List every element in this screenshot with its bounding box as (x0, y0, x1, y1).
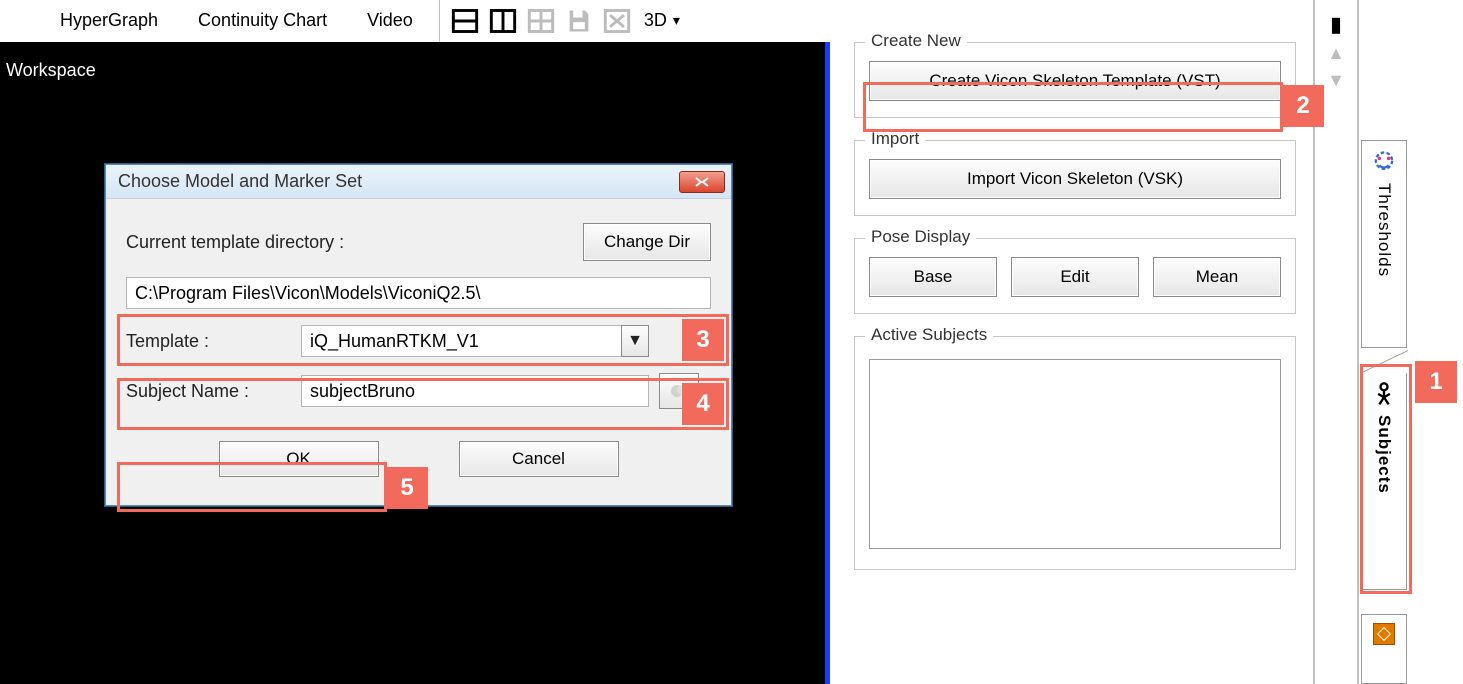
import-vsk-button[interactable]: Import Vicon Skeleton (VSK) (869, 159, 1281, 199)
scroll-column: ▮ ▲ ▼ (1313, 0, 1357, 684)
workspace-label: Workspace (6, 60, 96, 81)
scroll-down-icon[interactable]: ▼ (1327, 70, 1345, 91)
tab-subjects-label: Subjects (1374, 415, 1394, 494)
pose-display-legend: Pose Display (865, 227, 976, 247)
close-icon[interactable] (679, 171, 725, 193)
subject-name-label: Subject Name : (126, 381, 301, 402)
tab-record[interactable] (1361, 614, 1407, 684)
create-new-legend: Create New (865, 31, 967, 51)
choose-model-dialog: Choose Model and Marker Set Current temp… (105, 164, 732, 506)
chevron-down-icon: ▾ (673, 12, 680, 29)
split-horizontal-icon[interactable] (450, 6, 480, 36)
pose-display-group: Pose Display Base Edit Mean (854, 238, 1296, 314)
subjects-icon (1370, 381, 1398, 409)
tab-subjects[interactable]: Subjects (1361, 372, 1407, 590)
change-dir-button[interactable]: Change Dir (583, 223, 711, 261)
tab-thresholds-label: Thresholds (1374, 183, 1394, 277)
save-icon[interactable] (564, 6, 594, 36)
import-group: Import Import Vicon Skeleton (VSK) (854, 140, 1296, 216)
template-label: Template : (126, 331, 301, 352)
thresholds-icon (1370, 149, 1398, 177)
cancel-button[interactable]: Cancel (459, 441, 619, 477)
import-legend: Import (865, 129, 925, 149)
marker-color-button[interactable] (659, 373, 699, 409)
continuity-chart-tab[interactable]: Continuity Chart (178, 6, 347, 35)
template-value[interactable] (301, 325, 621, 357)
template-combobox[interactable]: ▼ (301, 325, 649, 357)
scroll-handle-icon[interactable]: ▮ (1330, 12, 1341, 37)
pose-mean-button[interactable]: Mean (1153, 257, 1281, 297)
template-dir-field (126, 277, 711, 309)
current-dir-label: Current template directory : (126, 232, 583, 253)
subject-name-input[interactable] (301, 375, 649, 407)
active-subjects-list[interactable] (869, 359, 1281, 549)
pose-base-button[interactable]: Base (869, 257, 997, 297)
chevron-down-icon[interactable]: ▼ (621, 325, 649, 357)
workspace-3d[interactable]: Workspace Choose Model and Marker Set Cu… (0, 42, 830, 684)
tab-thresholds[interactable]: Thresholds (1361, 140, 1407, 348)
active-subjects-legend: Active Subjects (865, 325, 993, 345)
view-mode-label: 3D (644, 10, 667, 31)
dialog-title: Choose Model and Marker Set (118, 171, 362, 192)
record-icon (1373, 623, 1395, 645)
hypergraph-tab[interactable]: HyperGraph (40, 6, 178, 35)
create-new-group: Create New Create Vicon Skeleton Templat… (854, 42, 1296, 118)
toolbar-divider (439, 0, 440, 42)
create-vst-button[interactable]: Create Vicon Skeleton Template (VST) (869, 61, 1281, 101)
delete-layout-icon[interactable] (602, 6, 632, 36)
video-tab[interactable]: Video (347, 6, 433, 35)
subjects-panel: Create New Create Vicon Skeleton Templat… (840, 0, 1310, 684)
top-toolbar: HyperGraph Continuity Chart Video 3D ▾ (0, 0, 830, 42)
active-subjects-group: Active Subjects (854, 336, 1296, 570)
view-mode-3d[interactable]: 3D ▾ (644, 10, 680, 31)
scroll-up-icon[interactable]: ▲ (1327, 43, 1345, 64)
dialog-titlebar[interactable]: Choose Model and Marker Set (106, 165, 731, 199)
pose-edit-button[interactable]: Edit (1011, 257, 1139, 297)
layout-quad-icon[interactable] (526, 6, 556, 36)
side-tabs: ▮ ▲ ▼ Thresholds Subjects (1313, 0, 1463, 684)
split-vertical-icon[interactable] (488, 6, 518, 36)
ok-button[interactable]: OK (219, 441, 379, 477)
